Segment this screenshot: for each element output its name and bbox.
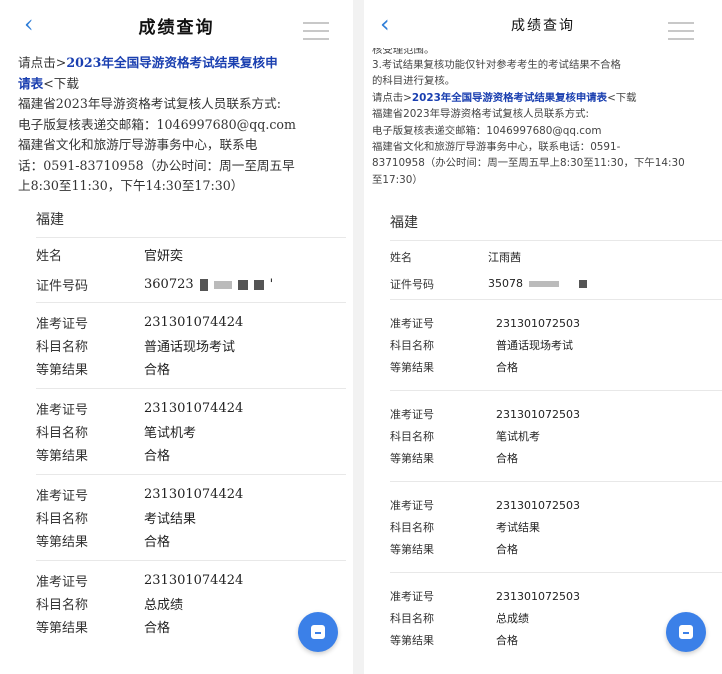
hamburger-menu-icon[interactable] — [303, 22, 329, 42]
ticket-number: 231301072503 — [496, 589, 580, 603]
review-form-link[interactable]: 2023年全国导游资格考试结果复核申请表 — [412, 92, 607, 104]
page-title: 成绩查询 — [511, 18, 575, 34]
result-card: 福建 姓名 官妍奕 证件号码 360723 ' 准考证号 231301074424… — [0, 205, 353, 644]
ticket-number: 231301074424 — [144, 572, 244, 588]
right-screen: ‹ 成绩查询 核受理范围。 3.考试结果复核功能仅针对参考考生的考试结果不合格 … — [364, 0, 722, 674]
divider — [390, 240, 722, 242]
grade-result: 合格 — [496, 452, 518, 466]
candidate-name: 官妍奕 — [144, 249, 184, 264]
name-row: 姓名 官妍奕 — [36, 240, 353, 270]
result-card: 福建 姓名 江雨茜 证件号码 35078 准考证号 231301072503 科目… — [364, 208, 722, 661]
province-label: 福建 — [36, 211, 64, 228]
left-screen: ‹ 成绩查询 请点击>2023年全国导游资格考试结果复核申 请表<下载 福建省2… — [0, 0, 353, 674]
divider — [36, 236, 346, 238]
result-item: 准考证号 231301074424 科目名称 笔试机考 等第结果 合格 — [36, 400, 244, 464]
candidate-name: 江雨茜 — [488, 250, 521, 264]
name-row: 姓名 江雨茜 — [390, 250, 521, 264]
grade-result: 合格 — [144, 534, 171, 550]
feedback-icon — [679, 625, 693, 639]
ticket-number: 231301072503 — [496, 316, 580, 330]
chevron-left-icon[interactable]: ‹ — [24, 10, 34, 38]
province-label: 福建 — [390, 215, 418, 232]
id-number: 35078 — [488, 277, 523, 291]
review-form-link[interactable]: 2023年全国导游资格考试结果复核申 — [66, 55, 277, 70]
nav-bar: ‹ 成绩查询 — [0, 0, 353, 50]
result-item: 准考证号 231301072503 科目名称 考试结果 等第结果 合格 — [390, 498, 580, 557]
intro-text: 核受理范围。 3.考试结果复核功能仅针对参考考生的考试结果不合格 的科目进行复核… — [372, 48, 685, 186]
screen-divider — [353, 0, 364, 674]
id-redaction: ' — [199, 277, 273, 292]
subject-name: 总成绩 — [496, 612, 529, 626]
id-number: 360723 — [144, 277, 194, 292]
id-redaction — [529, 279, 587, 288]
subject-name: 笔试机考 — [144, 425, 197, 441]
grade-result: 合格 — [496, 543, 518, 557]
subject-name: 总成绩 — [144, 597, 184, 613]
subject-name: 笔试机考 — [496, 430, 540, 444]
result-item: 准考证号 231301072503 科目名称 笔试机考 等第结果 合格 — [390, 407, 580, 466]
id-row: 证件号码 35078 — [390, 270, 722, 297]
ticket-number: 231301072503 — [496, 407, 580, 421]
feedback-button[interactable] — [298, 612, 338, 652]
ticket-number: 231301074424 — [144, 486, 244, 502]
subject-name: 考试结果 — [496, 521, 540, 535]
grade-result: 合格 — [496, 361, 518, 375]
ticket-number: 231301074424 — [144, 314, 244, 330]
intro-text: 请点击>2023年全国导游资格考试结果复核申 请表<下载 福建省2023年导游资… — [18, 55, 296, 193]
feedback-icon — [311, 625, 325, 639]
grade-result: 合格 — [144, 362, 171, 378]
page-title: 成绩查询 — [138, 17, 215, 38]
ticket-number: 231301074424 — [144, 400, 244, 416]
review-form-link-cont[interactable]: 请表 — [18, 76, 43, 91]
ticket-number: 231301072503 — [496, 498, 580, 512]
result-item: 准考证号 231301074424 科目名称 普通话现场考试 等第结果 合格 — [36, 314, 244, 378]
result-item: 准考证号 231301074424 科目名称 考试结果 等第结果 合格 — [36, 486, 244, 550]
id-row: 证件号码 360723 ' — [36, 277, 274, 294]
feedback-button[interactable] — [666, 612, 706, 652]
subject-name: 考试结果 — [144, 511, 197, 527]
grade-result: 合格 — [496, 634, 518, 648]
chevron-left-icon[interactable]: ‹ — [380, 10, 390, 38]
result-item: 准考证号 231301072503 科目名称 普通话现场考试 等第结果 合格 — [390, 316, 580, 375]
hamburger-menu-icon[interactable] — [668, 22, 694, 42]
grade-result: 合格 — [144, 448, 171, 464]
nav-bar: ‹ 成绩查询 — [364, 0, 722, 50]
subject-name: 普通话现场考试 — [144, 339, 236, 355]
grade-result: 合格 — [144, 620, 171, 636]
subject-name: 普通话现场考试 — [496, 339, 573, 353]
